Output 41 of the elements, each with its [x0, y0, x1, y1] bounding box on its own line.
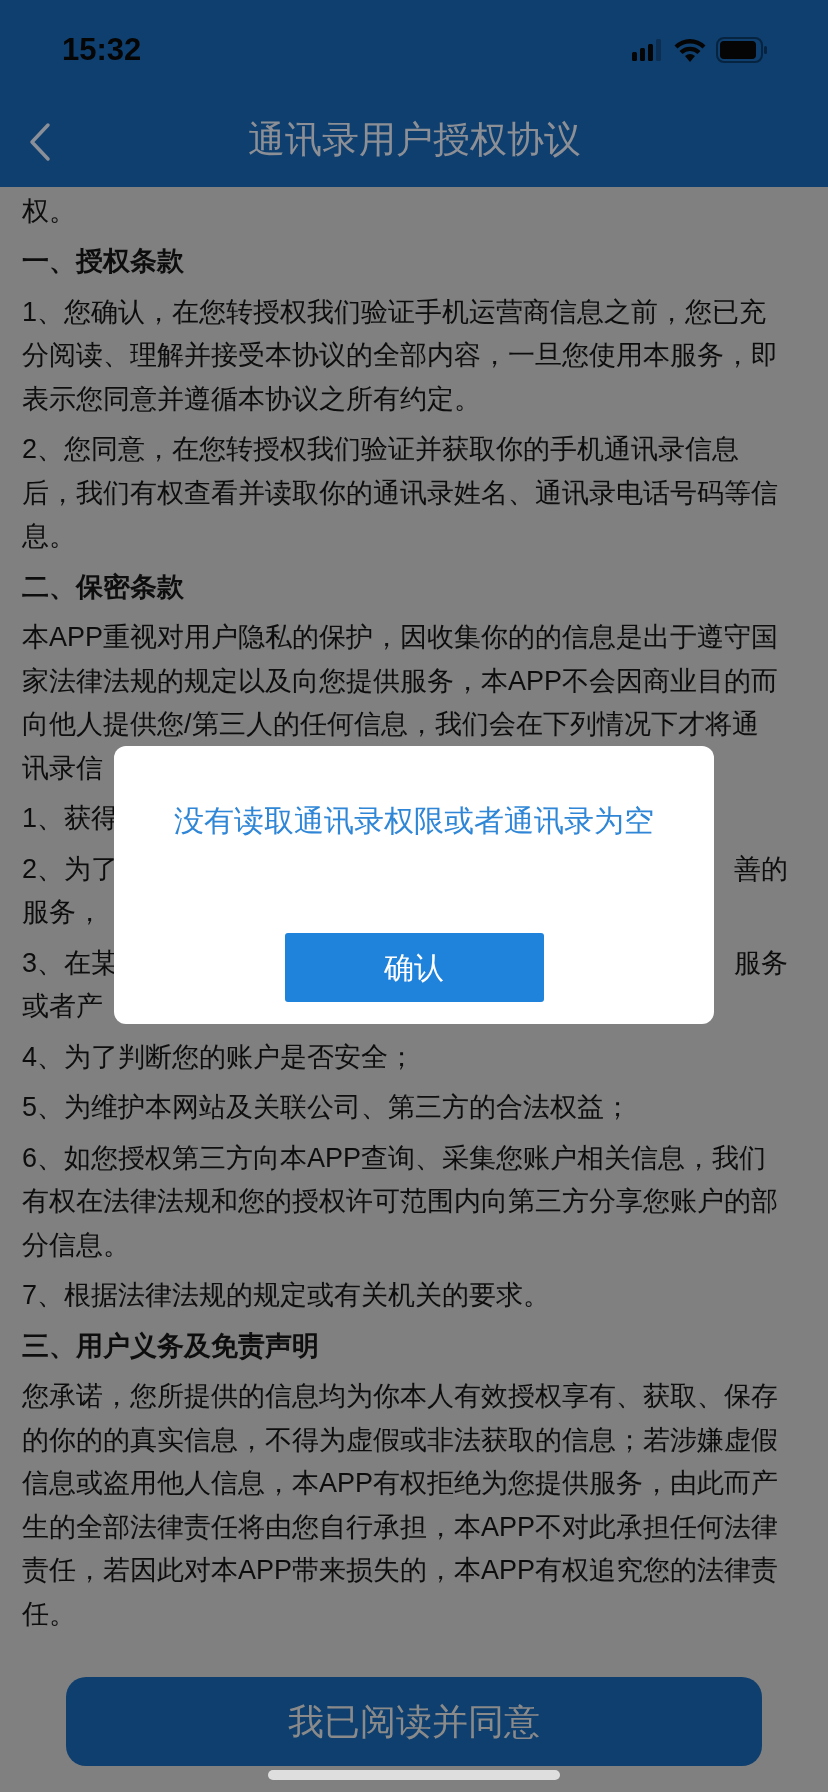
signal-icon [632, 39, 664, 61]
paragraph-line: 向他人提供您/第三人的任何信息，我们会在下列情况下才将通 [22, 708, 759, 741]
paragraph-line: 4、为了判断您的账户是否安全； [22, 1040, 416, 1074]
confirm-button[interactable]: 确认 [284, 933, 544, 1002]
paragraph-line: 责任，若因此对本APP带来损失的，本APP有权追究您的法律责 [22, 1554, 779, 1587]
section-heading: 一、授权条款 [22, 245, 184, 278]
battery-icon [716, 37, 768, 63]
paragraph-line: 2、您同意，在您转授权我们验证并获取你的手机通讯录信息 [22, 433, 740, 466]
agree-button[interactable]: 我已阅读并同意 [66, 1677, 762, 1766]
paragraph-line: 生的全部法律责任将由您自行承担，本APP不对此承担任何法律 [22, 1510, 779, 1544]
section-heading: 三、用户义务及免责声明 [22, 1329, 319, 1363]
paragraph-line: 2、为了 [22, 852, 119, 886]
paragraph-line: 表示您同意并遵循本协议之所有约定。 [22, 382, 481, 416]
paragraph-line: 息。 [22, 520, 76, 553]
wifi-icon [674, 38, 706, 62]
paragraph-line: 或者产 [22, 990, 103, 1023]
paragraph-line: 服务 [734, 946, 788, 980]
paragraph-line: 6、如您授权第三方向本APP查询、采集您账户相关信息，我们 [22, 1141, 767, 1175]
paragraph-line: 任。 [22, 1597, 76, 1631]
paragraph-line: 分信息。 [22, 1228, 130, 1262]
paragraph-line: 信息或盗用他人信息，本APP有权拒绝为您提供服务，由此而产 [22, 1467, 779, 1500]
paragraph-line: 本APP重视对用户隐私的保护，因收集你的的信息是出于遵守国 [22, 621, 779, 654]
paragraph-line: 服务， [22, 896, 103, 929]
section-heading: 二、保密条款 [22, 570, 184, 604]
paragraph-line: 7、根据法律法规的规定或有关机关的要求。 [22, 1279, 551, 1312]
chevron-left-icon [28, 122, 52, 162]
paragraph-line: 善的 [734, 852, 788, 886]
paragraph-line: 权。 [22, 194, 76, 228]
paragraph-line: 您承诺，您所提供的信息均为你本人有效授权享有、获取、保存 [22, 1380, 778, 1413]
paragraph-line: 有权在法律法规和您的授权许可范围内向第三方分享您账户的部 [22, 1185, 778, 1218]
paragraph-line: 讯录信 [22, 751, 103, 785]
status-time: 15:32 [62, 30, 142, 69]
paragraph-line: 家法律法规的规定以及向您提供服务，本APP不会因商业目的而 [22, 664, 779, 698]
paragraph-line: 的你的的真实信息，不得为虚假或非法获取的信息；若涉嫌虚假 [22, 1423, 778, 1457]
paragraph-line: 1、您确认，在您转授权我们验证手机运营商信息之前，您已充 [22, 295, 767, 329]
page-title: 通讯录用户授权协议 [247, 117, 581, 162]
paragraph-line: 5、为维护本网站及关联公司、第三方的合法权益； [22, 1091, 632, 1124]
paragraph-line: 分阅读、理解并接受本协议的全部内容，一旦您使用本服务，即 [22, 339, 778, 372]
alert-message: 没有读取通讯录权限或者通讯录为空 [174, 803, 654, 839]
paragraph-line: 后，我们有权查看并读取你的通讯录姓名、通讯录电话号码等信 [22, 476, 778, 510]
paragraph-line: 1、获得 [22, 802, 119, 835]
